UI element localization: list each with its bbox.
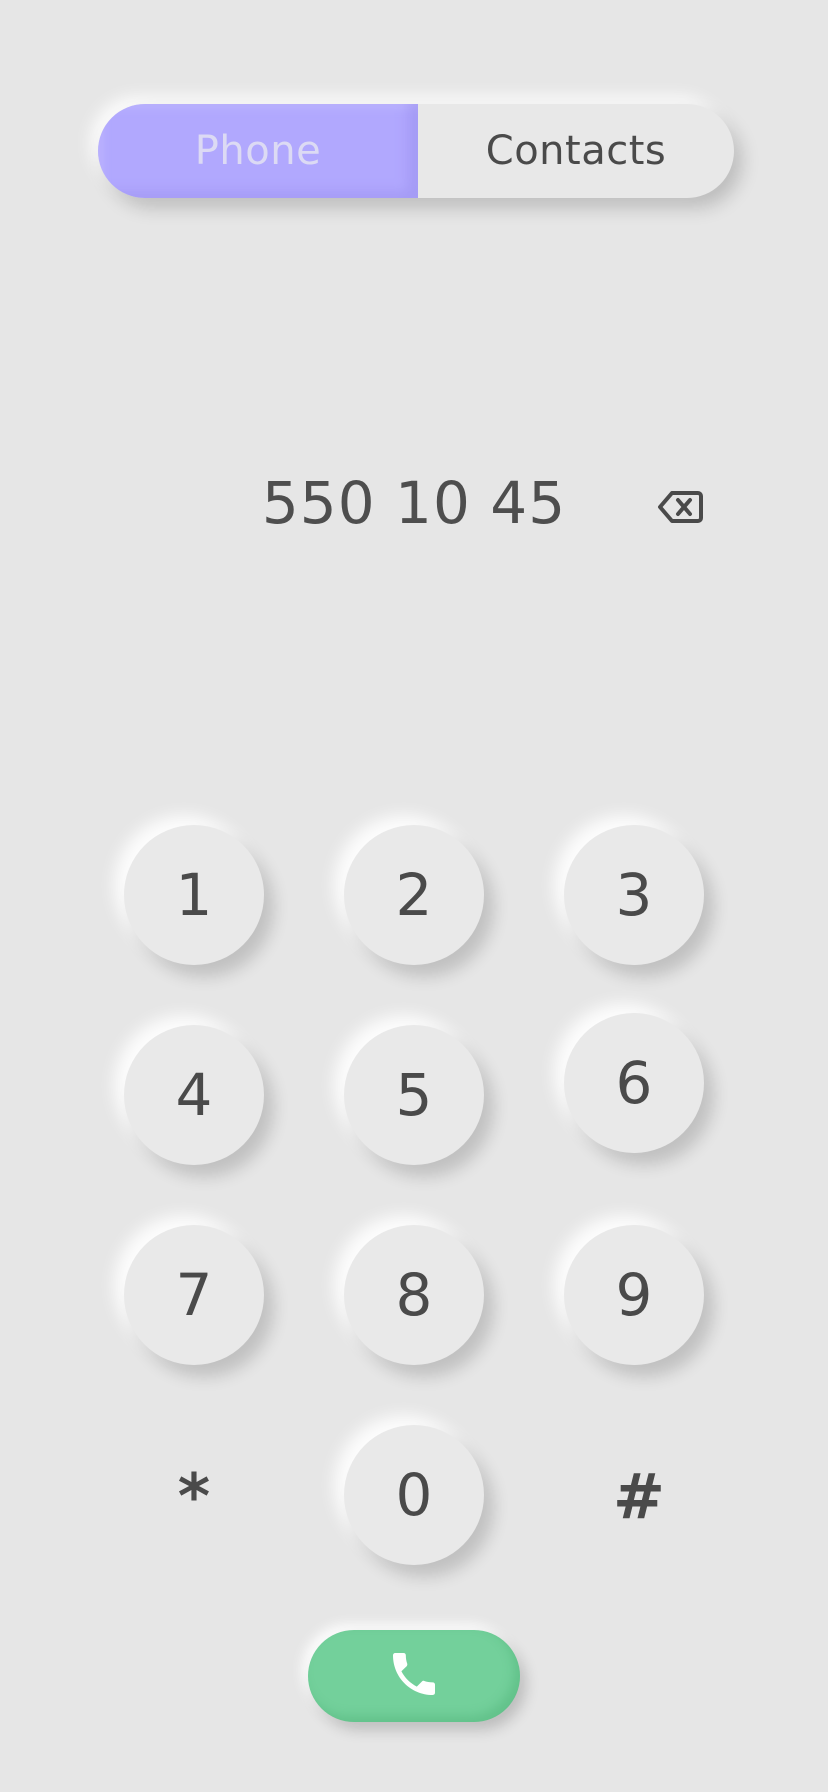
- key-star[interactable]: *: [124, 1426, 264, 1566]
- call-button[interactable]: [308, 1630, 520, 1722]
- backspace-icon[interactable]: [656, 483, 704, 531]
- key-3[interactable]: 3: [564, 825, 704, 965]
- key-7[interactable]: 7: [124, 1225, 264, 1365]
- tab-phone[interactable]: Phone: [98, 104, 418, 198]
- key-0[interactable]: 0: [344, 1425, 484, 1565]
- key-4[interactable]: 4: [124, 1025, 264, 1165]
- key-hash[interactable]: #: [569, 1426, 709, 1566]
- tab-contacts[interactable]: Contacts: [418, 104, 734, 198]
- key-2[interactable]: 2: [344, 825, 484, 965]
- phone-icon: [386, 1646, 442, 1706]
- segmented-tabs: Phone Contacts: [98, 104, 734, 198]
- key-6[interactable]: 6: [564, 1013, 704, 1153]
- number-display: 550 10 45: [0, 455, 828, 555]
- key-5[interactable]: 5: [344, 1025, 484, 1165]
- key-9[interactable]: 9: [564, 1225, 704, 1365]
- key-1[interactable]: 1: [124, 825, 264, 965]
- key-8[interactable]: 8: [344, 1225, 484, 1365]
